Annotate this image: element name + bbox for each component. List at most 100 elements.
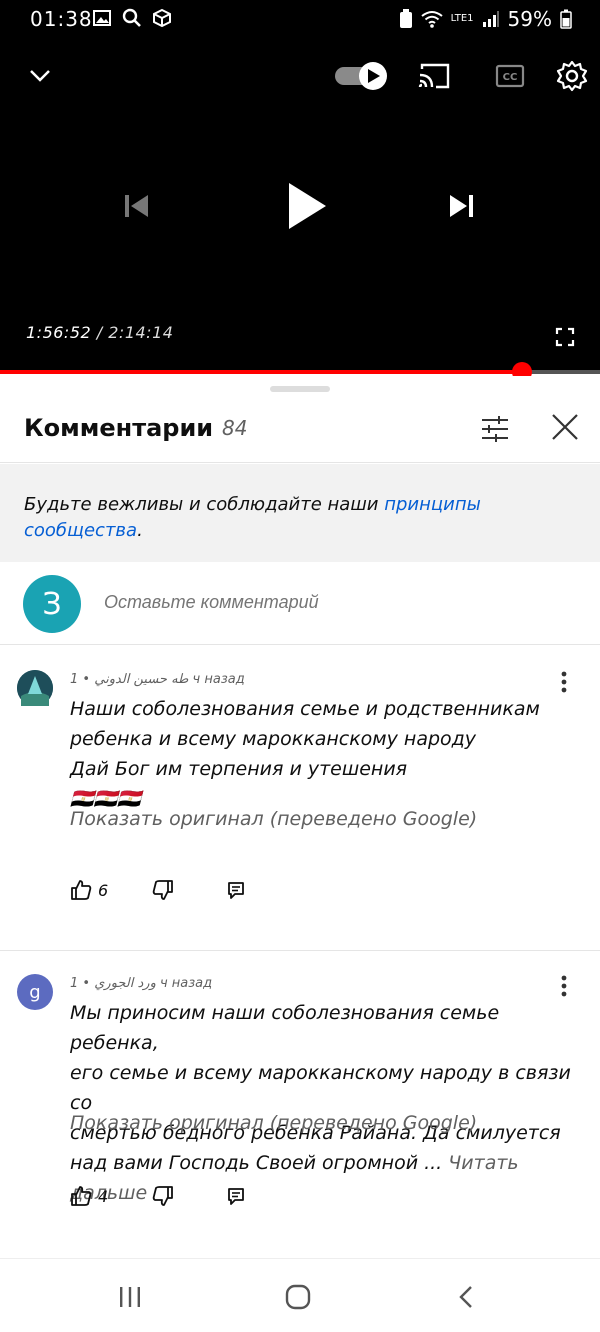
dislike-button[interactable] xyxy=(152,1184,174,1208)
status-time: 01:38 xyxy=(30,7,93,31)
captions-button[interactable]: CC xyxy=(490,58,530,94)
battery-saver-icon xyxy=(399,9,412,28)
search-icon xyxy=(122,8,141,27)
comment-text: Наши соболезнования семье и родственника… xyxy=(70,694,575,814)
comment-meta: ورد الجوري • 1 ч назад xyxy=(70,976,212,991)
comment-menu-button[interactable] xyxy=(552,670,576,694)
comment-text: Мы приносим наши соболезнования семье ре… xyxy=(70,998,585,1208)
fullscreen-button[interactable] xyxy=(548,320,582,354)
cast-icon xyxy=(418,63,450,89)
thumb-up-icon xyxy=(71,1186,92,1206)
comment-line: Наши соболезнования семье и родственника… xyxy=(70,698,540,720)
comments-header: Комментарии 84 xyxy=(0,396,600,462)
back-button[interactable] xyxy=(446,1281,486,1313)
status-notification-icons xyxy=(92,8,172,28)
svg-text:CC: CC xyxy=(503,72,518,83)
duration: 2:14:14 xyxy=(108,323,174,342)
comment-line: его семье и всему марокканскому народу в… xyxy=(70,1062,571,1114)
skip-next-icon xyxy=(450,195,473,217)
sort-filter-icon xyxy=(482,416,508,442)
comments-sheet: Комментарии 84 Будьте вежливы и соблюдай… xyxy=(0,376,600,1256)
header-divider xyxy=(0,462,600,463)
add-comment-input[interactable] xyxy=(104,592,554,613)
wifi-icon xyxy=(420,11,443,28)
time-separator: / xyxy=(91,323,109,342)
comment-line: ребенка и всему марокканскому народу xyxy=(70,728,477,750)
like-count: 6 xyxy=(98,880,109,900)
gallery-icon xyxy=(93,10,111,26)
progress-fill xyxy=(0,370,522,374)
status-bar: 01:38 LTE1 59% xyxy=(0,0,600,38)
comment-author[interactable]: ورد الجوري xyxy=(94,976,156,991)
guidelines-text: Будьте вежливы и соблюдайте наши xyxy=(24,494,385,515)
close-comments-button[interactable] xyxy=(548,410,582,444)
like-button[interactable]: 6 xyxy=(70,878,108,902)
autoplay-icon xyxy=(335,62,387,90)
like-count: 4 xyxy=(98,1186,109,1206)
drag-handle[interactable] xyxy=(270,386,330,392)
close-icon xyxy=(552,414,578,440)
comment-line: Дай Бог им терпения и утешения xyxy=(70,758,408,780)
comment-divider xyxy=(0,950,600,951)
avatar[interactable]: g xyxy=(17,974,53,1010)
sort-button[interactable] xyxy=(478,412,512,446)
home-button[interactable] xyxy=(278,1281,318,1313)
comment-menu-button[interactable] xyxy=(552,974,576,998)
play-icon xyxy=(289,183,326,229)
comment-actions: 6 xyxy=(70,878,270,902)
add-comment-row[interactable]: З xyxy=(0,564,600,646)
battery-icon xyxy=(560,9,572,29)
system-nav-bar xyxy=(0,1258,600,1332)
comment-line-text: над вами Господь Своей огромной ... xyxy=(70,1152,443,1174)
previous-button[interactable] xyxy=(116,186,156,226)
more-vert-icon xyxy=(561,671,567,693)
comments-count: 84 xyxy=(222,416,248,440)
network-type: LTE1 xyxy=(450,13,474,24)
community-guidelines-banner: Будьте вежливы и соблюдайте наши принцип… xyxy=(0,464,600,562)
like-button[interactable]: 4 xyxy=(70,1184,108,1208)
show-original-button[interactable]: Показать оригинал (переведено Google) xyxy=(70,1112,477,1134)
battery-percent: 59% xyxy=(507,7,552,31)
avatar: З xyxy=(23,575,81,633)
meta-separator: • xyxy=(82,976,91,991)
recent-apps-button[interactable] xyxy=(110,1281,150,1313)
comment-item: طه حسين الدوني • 1 ч назад Наши соболезн… xyxy=(0,646,600,950)
current-time: 1:56:52 xyxy=(26,323,92,342)
video-player[interactable]: 01:38 LTE1 59% CC 1:56:52 / 2:14:14 xyxy=(0,0,600,382)
progress-bar[interactable] xyxy=(0,362,600,382)
comment-item: g ورد الجوري • 1 ч назад Мы приносим наш… xyxy=(0,952,600,1256)
package-icon xyxy=(153,8,171,28)
dislike-button[interactable] xyxy=(152,878,174,902)
collapse-button[interactable] xyxy=(22,58,58,94)
autoplay-toggle[interactable] xyxy=(332,58,390,94)
reply-icon xyxy=(228,882,244,899)
fullscreen-icon xyxy=(555,327,575,347)
thumb-down-icon xyxy=(152,1186,173,1206)
avatar[interactable] xyxy=(17,670,53,706)
avatar-image-icon xyxy=(17,670,53,706)
comment-meta: طه حسين الدوني • 1 ч назад xyxy=(70,672,245,687)
meta-separator: • xyxy=(82,672,91,687)
reply-button[interactable] xyxy=(226,1184,246,1208)
more-vert-icon xyxy=(561,975,567,997)
next-button[interactable] xyxy=(442,186,482,226)
reply-button[interactable] xyxy=(226,878,246,902)
thumb-up-icon xyxy=(71,880,92,900)
cc-icon: CC xyxy=(495,64,525,88)
show-original-button[interactable]: Показать оригинал (переведено Google) xyxy=(70,808,477,830)
guidelines-end: . xyxy=(137,520,143,541)
comment-line: Мы приносим наши соболезнования семье ре… xyxy=(70,1002,500,1054)
status-system-icons: LTE1 59% xyxy=(399,7,572,31)
cast-button[interactable] xyxy=(414,58,454,94)
reply-icon xyxy=(228,1188,244,1205)
comment-author[interactable]: طه حسين الدوني xyxy=(94,672,188,687)
gear-icon xyxy=(556,60,588,92)
skip-previous-icon xyxy=(125,195,148,217)
comments-title: Комментарии xyxy=(24,414,214,442)
home-icon xyxy=(285,1284,311,1310)
comment-actions: 4 xyxy=(70,1184,270,1208)
add-comment-divider xyxy=(0,644,600,645)
settings-button[interactable] xyxy=(552,56,592,96)
thumb-down-icon xyxy=(152,880,173,900)
play-button[interactable] xyxy=(278,176,334,236)
